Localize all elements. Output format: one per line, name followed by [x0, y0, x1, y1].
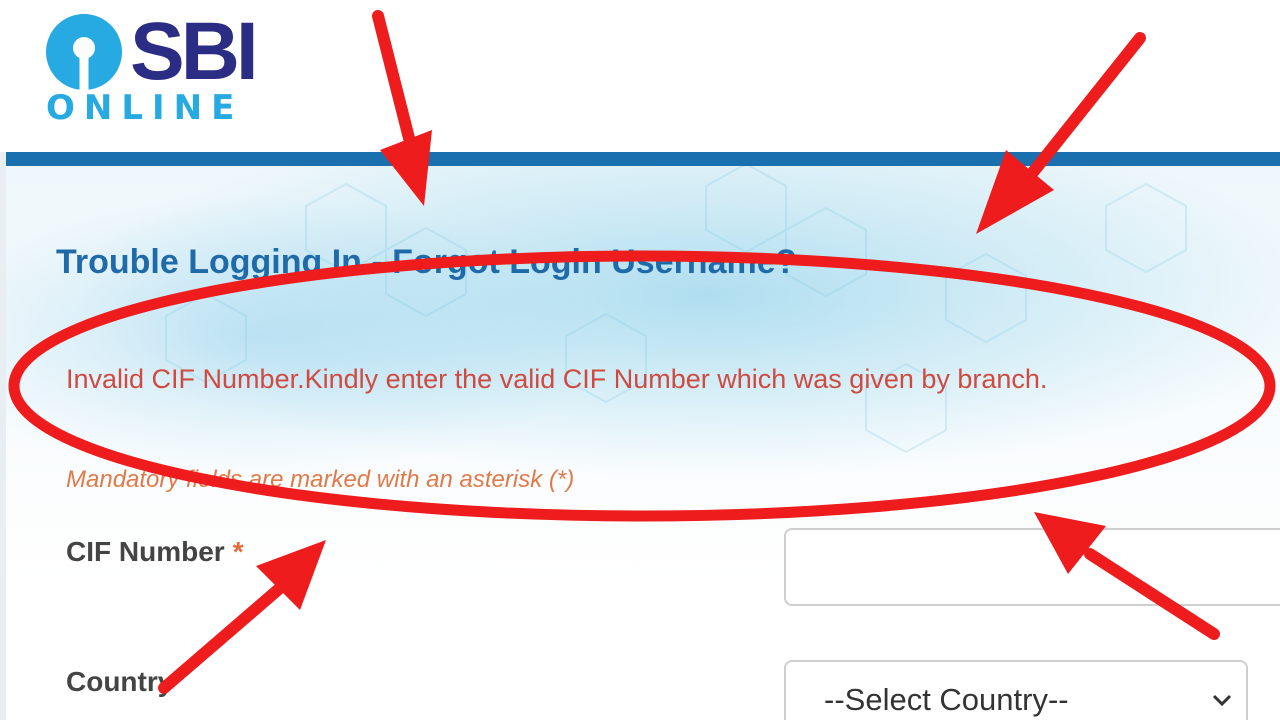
site-header: SBI ONLINE — [0, 0, 1280, 152]
logo-wordmark: SBI — [130, 6, 259, 97]
header-divider-bar — [6, 152, 1280, 166]
cif-number-label-text: CIF Number — [66, 536, 225, 567]
sbi-online-logo[interactable]: SBI ONLINE — [44, 6, 274, 128]
mandatory-fields-note: Mandatory fields are marked with an aste… — [66, 466, 575, 493]
required-asterisk: * — [232, 536, 244, 567]
cif-number-label: CIF Number * — [66, 534, 244, 570]
country-select-value: --Select Country-- — [824, 682, 1069, 717]
sbi-keyhole-icon — [46, 14, 122, 92]
error-message: Invalid CIF Number.Kindly enter the vali… — [66, 364, 1048, 394]
logo-subtitle: ONLINE — [46, 88, 244, 128]
country-select[interactable]: --Select Country-- — [784, 660, 1248, 720]
page-title: Trouble Logging In - Forgot Login Userna… — [56, 243, 797, 281]
page: SBI ONLINE Trouble Logging In - Forgot L… — [0, 0, 1280, 720]
country-label: Country — [66, 666, 174, 697]
chevron-down-icon — [1212, 694, 1232, 707]
cif-number-input[interactable] — [784, 528, 1280, 606]
